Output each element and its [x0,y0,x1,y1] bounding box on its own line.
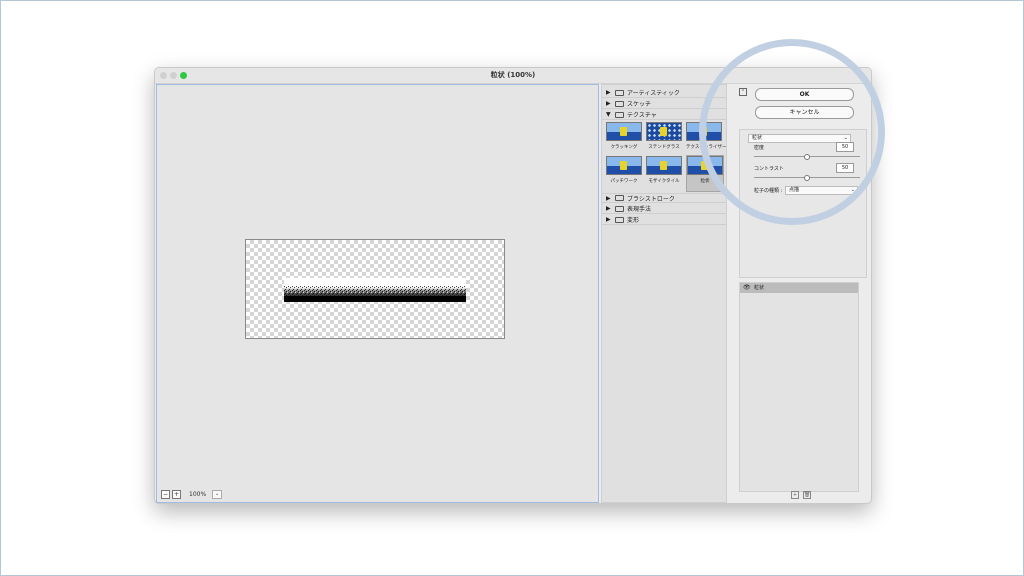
zoom-level: 100% [189,491,207,498]
folder-icon [615,111,624,118]
window-title: 粒状 (100%) [490,71,536,79]
chevron-down-icon: ⌄ [212,490,223,499]
settings-panel: ⌃ OK キャンセル 粒状 ⌄ 密度 50 コントラスト 50 粒子の種類 : … [733,84,869,501]
folder-icon [615,216,624,223]
folder-icon [615,205,624,212]
grain-preview-bar [284,278,466,302]
filter-thumb-grain[interactable]: 粒状 [686,155,724,192]
contrast-input[interactable]: 50 [836,163,854,173]
folder-icon [615,195,624,201]
effect-layer-name: 粒状 [754,285,765,291]
disclosure-arrow-icon: ▶ [606,216,611,223]
effect-layer-row[interactable]: 👁 粒状 [740,283,858,293]
disclosure-arrow-icon: ▶ [606,194,611,202]
thumbnail-image [646,122,682,141]
category-artistic[interactable]: ▶ アーティスティック [602,88,726,98]
ok-button[interactable]: OK [755,88,854,101]
thumbnail-image [606,122,642,141]
thumbnail-image [686,122,722,141]
filter-thumb-craquelure[interactable]: クラッキング [606,122,642,150]
thumb-label: クラッキング [610,145,638,150]
thumbnail-image [687,156,723,175]
disclosure-arrow-icon: ▶ [606,89,611,96]
disclosure-arrow-icon: ▶ [606,205,611,212]
thumbnail-image [606,156,642,175]
contrast-slider[interactable] [754,175,860,181]
category-sketch[interactable]: ▶ スケッチ [602,99,726,109]
category-texture[interactable]: ▼ テクスチャ [602,110,726,120]
eye-icon[interactable]: 👁 [743,283,751,293]
category-label: アーティスティック [627,90,680,97]
grain-type-select[interactable]: 点描 ⌄ [785,186,858,195]
filter-options-panel: 粒状 ⌄ 密度 50 コントラスト 50 粒子の種類 : 点描 ⌄ [739,129,867,278]
filter-thumb-mosaic-tiles[interactable]: モザイクタイル [646,156,682,184]
category-stylize[interactable]: ▶ 表現手法 [602,204,726,214]
filter-gallery-window: 粒状 (100%) − + 100% ⌄ ▶ アーティスティック ▶ スケッチ … [154,67,872,504]
category-label: ブラシストローク [627,195,675,203]
category-distort[interactable]: ▶ 変形 [602,215,726,225]
chevron-down-icon: ⌄ [843,135,848,141]
trash-icon[interactable]: 🗑 [803,491,811,499]
thumb-label: モザイクタイル [648,179,680,184]
filter-gallery: ▶ アーティスティック ▶ スケッチ ▼ テクスチャ クラッキング ステンドグラ… [601,84,727,503]
zoom-out-button[interactable]: − [161,490,170,499]
grain-type-label: 粒子の種類 : [754,188,783,194]
zoom-controls: − + 100% ⌄ [161,490,223,499]
disclosure-arrow-expanded-icon: ▼ [606,111,611,118]
cancel-button[interactable]: キャンセル [755,106,854,119]
category-label: スケッチ [627,101,652,108]
category-brush-strokes[interactable]: ▶ ブラシストローク [602,193,726,203]
thumb-label: ステンドグラス [648,145,680,150]
filter-select-value: 粒状 [752,135,763,141]
thumbnail-image [646,156,682,175]
category-label: 変形 [627,217,640,224]
zoom-select[interactable]: 100% ⌄ [189,490,223,499]
density-slider[interactable] [754,154,860,160]
category-label: 表現手法 [627,206,652,213]
contrast-label: コントラスト [754,166,784,172]
collapse-gallery-icon[interactable]: ⌃ [739,88,747,96]
density-input[interactable]: 50 [836,142,854,152]
grain-type-value: 点描 [789,187,800,193]
filter-thumb-texturizer[interactable]: テクスチャライザー [686,122,727,150]
disclosure-arrow-icon: ▶ [606,100,611,107]
chevron-down-icon: ⌄ [850,187,855,193]
thumb-label: 粒状 [700,179,710,184]
contrast-slider-knob[interactable] [804,175,810,181]
preview-area[interactable]: − + 100% ⌄ [156,84,599,503]
filter-thumb-patchwork[interactable]: パッチワーク [606,156,642,184]
density-label: 密度 [754,145,765,151]
thumb-label: テクスチャライザー [686,145,727,150]
preview-canvas [245,239,505,339]
effect-layers-list: 👁 粒状 [739,282,859,492]
zoom-in-button[interactable]: + [172,490,181,499]
folder-icon [615,89,624,96]
category-label: テクスチャ [627,112,657,119]
thumb-label: パッチワーク [610,179,638,184]
density-slider-knob[interactable] [804,154,810,160]
folder-icon [615,100,624,107]
title-bar: 粒状 (100%) [155,68,871,84]
new-effect-layer-icon[interactable]: + [791,491,799,499]
filter-thumb-stained-glass[interactable]: ステンドグラス [646,122,682,150]
